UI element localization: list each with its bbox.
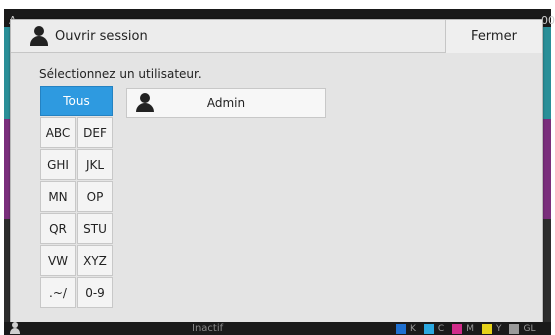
index-button-ghi[interactable]: GHI: [40, 149, 76, 180]
index-grid: ABC DEF GHI JKL MN OP QR STU VW XYZ .~/ …: [40, 117, 113, 308]
index-button-abc[interactable]: ABC: [40, 117, 76, 148]
background-corner-label-right: 00: [541, 14, 555, 27]
toner-label-c: C: [437, 323, 445, 334]
user-icon: [29, 26, 49, 46]
index-all-button[interactable]: Tous: [40, 86, 113, 116]
index-button-mn[interactable]: MN: [40, 181, 76, 212]
dialog-title: Ouvrir session: [55, 29, 148, 44]
toner-label-k: K: [410, 323, 416, 334]
toner-swatch-gl: [509, 323, 520, 334]
user-button-admin[interactable]: Admin: [126, 88, 326, 118]
toner-swatch-k: [396, 323, 406, 334]
toner-label-m: M: [466, 323, 474, 334]
index-button-digits[interactable]: 0-9: [77, 277, 113, 308]
toner-label-y: Y: [495, 323, 502, 334]
toner-swatch-c: [423, 323, 434, 334]
index-button-op[interactable]: OP: [77, 181, 113, 212]
toner-label-gl: GL: [523, 323, 536, 334]
index-button-xyz[interactable]: XYZ: [77, 245, 113, 276]
toner-levels: K C M Y GL: [396, 322, 539, 335]
index-button-jkl[interactable]: JKL: [77, 149, 113, 180]
dialog-header: Ouvrir session Fermer: [11, 20, 542, 53]
index-button-stu[interactable]: STU: [77, 213, 113, 244]
index-button-def[interactable]: DEF: [77, 117, 113, 148]
index-button-qr[interactable]: QR: [40, 213, 76, 244]
index-button-symbols[interactable]: .~/: [40, 277, 76, 308]
user-name: Admin: [206, 96, 246, 110]
status-bar: Inactif K C M Y GL: [4, 322, 551, 335]
index-button-vw[interactable]: VW: [40, 245, 76, 276]
user-icon: [10, 322, 20, 334]
login-dialog: Ouvrir session Fermer Sélectionnez un ut…: [10, 19, 543, 327]
machine-status: Inactif: [192, 323, 224, 334]
select-user-prompt: Sélectionnez un utilisateur.: [39, 67, 202, 81]
toner-swatch-m: [452, 323, 463, 334]
toner-swatch-y: [481, 323, 492, 334]
close-button[interactable]: Fermer: [445, 20, 542, 53]
user-index: Tous ABC DEF GHI JKL MN OP QR STU VW XYZ…: [40, 86, 113, 308]
